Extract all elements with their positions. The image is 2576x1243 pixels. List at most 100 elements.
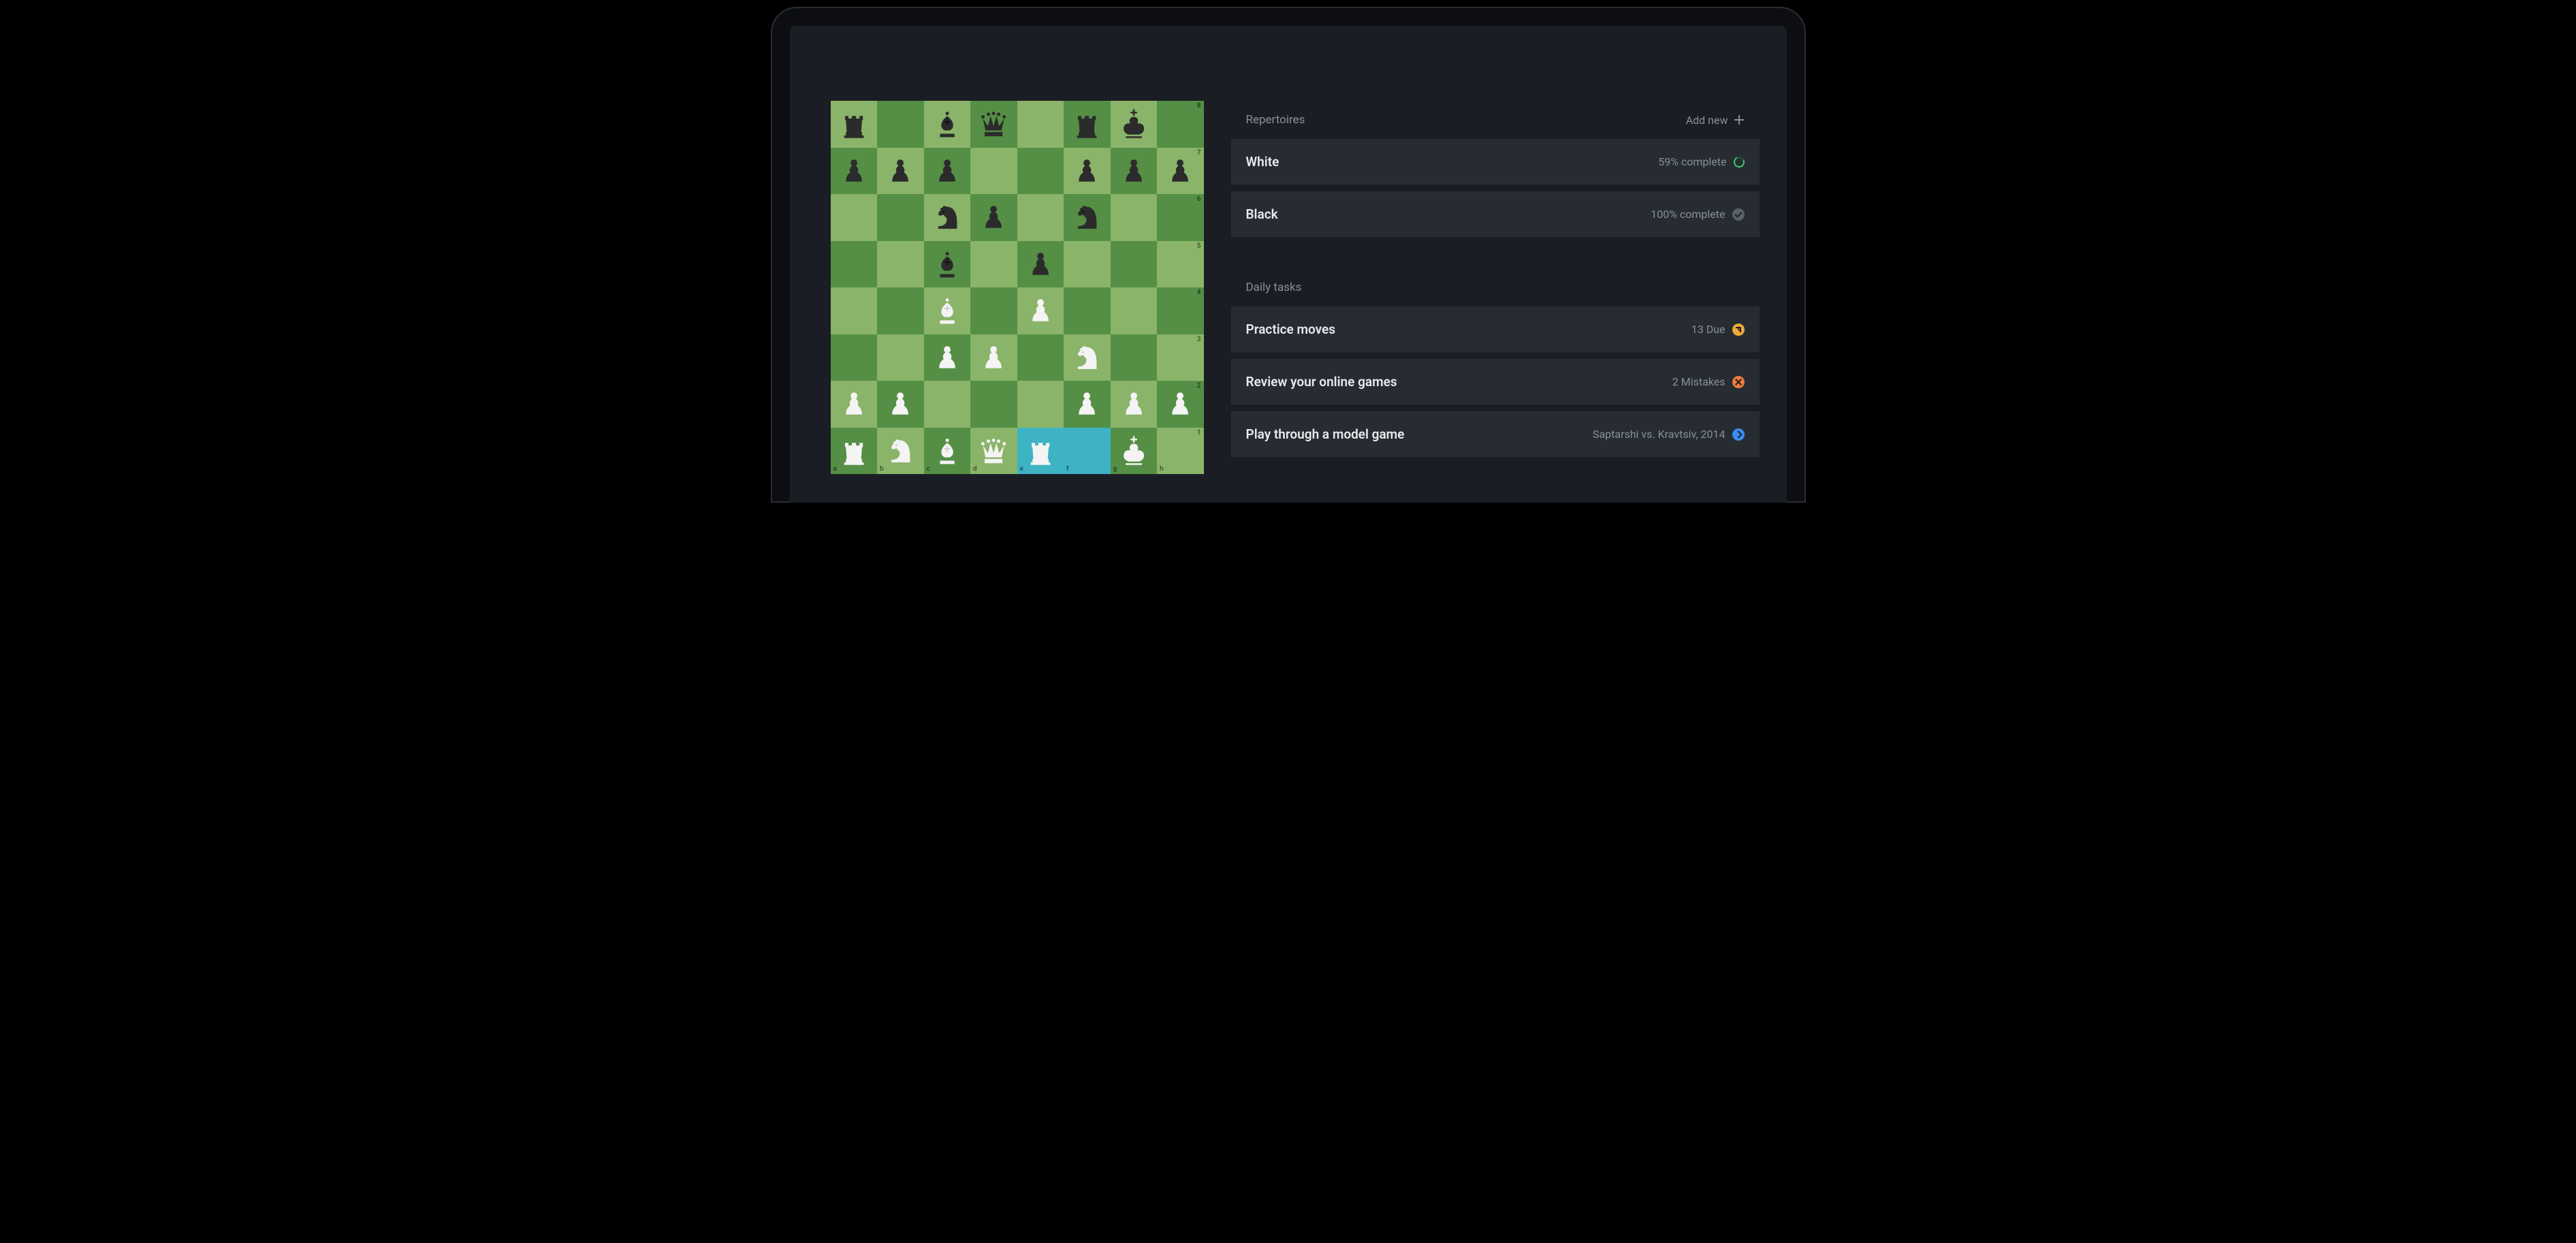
square-b1[interactable]: b — [877, 428, 924, 475]
square-a3[interactable] — [831, 334, 878, 381]
piece-bP[interactable] — [1161, 152, 1199, 190]
square-c2[interactable] — [924, 381, 971, 428]
piece-wP[interactable] — [1115, 385, 1153, 423]
square-f6[interactable] — [1064, 194, 1111, 241]
square-g1[interactable]: g — [1111, 428, 1158, 475]
square-c5[interactable] — [924, 241, 971, 288]
piece-wP[interactable] — [1068, 385, 1106, 423]
piece-wP[interactable] — [835, 385, 873, 423]
piece-bN[interactable] — [1068, 198, 1106, 236]
square-d5[interactable] — [970, 241, 1017, 288]
square-e3[interactable] — [1017, 334, 1064, 381]
square-h1[interactable]: 1h — [1157, 428, 1204, 475]
square-h5[interactable]: 5 — [1157, 241, 1204, 288]
square-a7[interactable] — [831, 148, 878, 195]
square-c8[interactable] — [924, 101, 971, 148]
square-e1[interactable]: e — [1017, 428, 1064, 475]
piece-bQ[interactable] — [974, 105, 1013, 143]
square-a5[interactable] — [831, 241, 878, 288]
repertoire-row-black[interactable]: Black 100% complete — [1231, 191, 1760, 237]
square-f8[interactable] — [1064, 101, 1111, 148]
piece-bR[interactable] — [1068, 105, 1106, 143]
piece-bP[interactable] — [1021, 245, 1060, 283]
square-g3[interactable] — [1111, 334, 1158, 381]
square-f7[interactable] — [1064, 148, 1111, 195]
square-a4[interactable] — [831, 287, 878, 334]
piece-bK[interactable] — [1115, 105, 1153, 143]
square-h6[interactable]: 6 — [1157, 194, 1204, 241]
square-g7[interactable] — [1111, 148, 1158, 195]
square-d1[interactable]: d — [970, 428, 1017, 475]
piece-wP[interactable] — [1021, 292, 1060, 330]
piece-wN[interactable] — [881, 432, 919, 470]
piece-wB[interactable] — [928, 292, 966, 330]
square-b5[interactable] — [877, 241, 924, 288]
square-e2[interactable] — [1017, 381, 1064, 428]
square-b8[interactable] — [877, 101, 924, 148]
square-e5[interactable] — [1017, 241, 1064, 288]
square-e8[interactable] — [1017, 101, 1064, 148]
piece-bP[interactable] — [881, 152, 919, 190]
piece-wP[interactable] — [974, 339, 1013, 377]
square-d3[interactable] — [970, 334, 1017, 381]
square-c3[interactable] — [924, 334, 971, 381]
piece-wR[interactable] — [835, 432, 873, 470]
square-g8[interactable] — [1111, 101, 1158, 148]
piece-bB[interactable] — [928, 105, 966, 143]
piece-bP[interactable] — [1068, 152, 1106, 190]
square-b2[interactable] — [877, 381, 924, 428]
task-row-practice-moves[interactable]: Practice moves 13 Due — [1231, 306, 1760, 352]
square-d8[interactable] — [970, 101, 1017, 148]
square-e7[interactable] — [1017, 148, 1064, 195]
square-a8[interactable] — [831, 101, 878, 148]
piece-bR[interactable] — [835, 105, 873, 143]
repertoire-row-white[interactable]: White 59% complete — [1231, 139, 1760, 185]
square-c7[interactable] — [924, 148, 971, 195]
square-c6[interactable] — [924, 194, 971, 241]
square-b4[interactable] — [877, 287, 924, 334]
piece-wP[interactable] — [881, 385, 919, 423]
square-h4[interactable]: 4 — [1157, 287, 1204, 334]
piece-bN[interactable] — [928, 198, 966, 236]
piece-bP[interactable] — [928, 152, 966, 190]
square-b3[interactable] — [877, 334, 924, 381]
piece-bP[interactable] — [1115, 152, 1153, 190]
task-row-review-games[interactable]: Review your online games 2 Mistakes — [1231, 359, 1760, 405]
piece-wP[interactable] — [1161, 385, 1199, 423]
add-new-repertoire-button[interactable]: Add new — [1686, 114, 1745, 127]
piece-wB[interactable] — [928, 432, 966, 470]
piece-bP[interactable] — [974, 198, 1013, 236]
square-f1[interactable]: f — [1064, 428, 1111, 475]
piece-wR[interactable] — [1021, 432, 1060, 470]
piece-wQ[interactable] — [974, 432, 1013, 470]
square-g2[interactable] — [1111, 381, 1158, 428]
piece-wN[interactable] — [1068, 339, 1106, 377]
square-b6[interactable] — [877, 194, 924, 241]
piece-wK[interactable] — [1115, 432, 1153, 470]
square-h7[interactable]: 7 — [1157, 148, 1204, 195]
square-h2[interactable]: 2 — [1157, 381, 1204, 428]
square-d2[interactable] — [970, 381, 1017, 428]
square-a1[interactable]: a — [831, 428, 878, 475]
square-f3[interactable] — [1064, 334, 1111, 381]
square-e6[interactable] — [1017, 194, 1064, 241]
chess-board[interactable]: 8765432abcdefg1h — [831, 101, 1204, 474]
square-d7[interactable] — [970, 148, 1017, 195]
piece-bB[interactable] — [928, 245, 966, 283]
square-h3[interactable]: 3 — [1157, 334, 1204, 381]
square-d6[interactable] — [970, 194, 1017, 241]
square-a6[interactable] — [831, 194, 878, 241]
square-g4[interactable] — [1111, 287, 1158, 334]
task-row-model-game[interactable]: Play through a model game Saptarshi vs. … — [1231, 411, 1760, 457]
square-c4[interactable] — [924, 287, 971, 334]
square-d4[interactable] — [970, 287, 1017, 334]
square-h8[interactable]: 8 — [1157, 101, 1204, 148]
square-g5[interactable] — [1111, 241, 1158, 288]
piece-bP[interactable] — [835, 152, 873, 190]
square-e4[interactable] — [1017, 287, 1064, 334]
square-f2[interactable] — [1064, 381, 1111, 428]
square-f4[interactable] — [1064, 287, 1111, 334]
square-f5[interactable] — [1064, 241, 1111, 288]
square-g6[interactable] — [1111, 194, 1158, 241]
piece-wP[interactable] — [928, 339, 966, 377]
